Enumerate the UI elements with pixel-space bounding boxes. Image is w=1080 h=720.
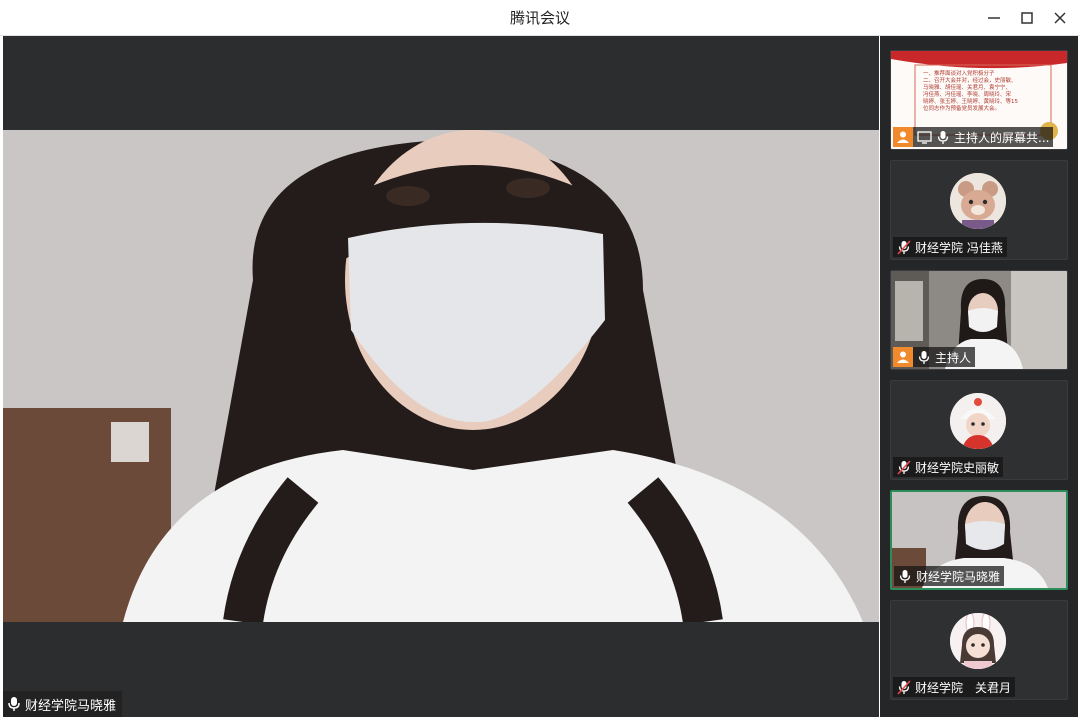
microphone-muted-icon (896, 457, 912, 477)
microphone-icon (8, 697, 20, 711)
title-bar: 腾讯会议 (0, 0, 1080, 36)
participant-sidebar: 一、推荐面谈对入党积极分子 二、召开大会并对，经过会，史丽敏、 马晓雅、胡佳瑶、… (880, 36, 1078, 717)
speaker-name: 财经学院马晓雅 (25, 698, 117, 714)
minimize-button[interactable] (982, 6, 1006, 30)
microphone-icon (935, 127, 951, 147)
speaker-name-label: 财经学院马晓雅 (3, 691, 123, 717)
slide-line: 冯佳燕、冯佳瑶、李晓、周晓玲、宋 (923, 92, 1012, 98)
participant-name: 财经学院 关君月 (915, 680, 1012, 695)
host-badge (893, 347, 913, 367)
slide-text: 一、推荐面谈对入党积极分子 二、召开大会并对，经过会，史丽敏、 马晓雅、胡佳瑶、… (923, 71, 1047, 113)
participant-tile-fengjiayan[interactable]: 财经学院 冯佳燕 (890, 160, 1068, 260)
host-badge (893, 127, 913, 147)
speaker-video (3, 130, 879, 622)
maximize-button[interactable] (1015, 6, 1039, 30)
close-button[interactable] (1048, 6, 1072, 30)
speaker-video-image (3, 130, 879, 622)
participant-name: 财经学院史丽敏 (915, 460, 1000, 475)
bear-avatar-image (950, 173, 1006, 229)
host-icon (897, 351, 909, 363)
participant-label: 主持人的屏幕共... (893, 127, 1054, 147)
minimize-icon (988, 17, 1000, 19)
slide-line: 位同志作为预备党员发展大会。 (923, 106, 1001, 112)
slide-line: 晓婷、张玉婷、王晓婷、黄晓玲、等15 (923, 99, 1018, 105)
participant-name: 财经学院 冯佳燕 (915, 240, 1003, 255)
slide-line: 一、推荐面谈对入党积极分子 (923, 71, 995, 77)
participant-label: 财经学院马晓雅 (894, 566, 1005, 586)
main-video-area[interactable]: 财经学院马晓雅 (3, 36, 879, 717)
bunny-avatar-image (950, 613, 1006, 669)
close-icon (1054, 12, 1066, 24)
microphone-icon (916, 347, 932, 367)
participant-tile-screen-share[interactable]: 一、推荐面谈对入党积极分子 二、召开大会并对，经过会，史丽敏、 马晓雅、胡佳瑶、… (890, 50, 1068, 150)
participant-tile-host[interactable]: 主持人 (890, 270, 1068, 370)
maximize-icon (1021, 12, 1033, 24)
avatar (950, 393, 1006, 449)
avatar (950, 613, 1006, 669)
microphone-icon (897, 566, 913, 586)
slide-line: 二、召开大会并对，经过会，史丽敏、 (923, 78, 1017, 84)
participant-name: 财经学院马晓雅 (916, 569, 1001, 584)
participant-tile-shilimin[interactable]: 财经学院史丽敏 (890, 380, 1068, 480)
microphone-muted-icon (896, 677, 912, 697)
participant-tile-maxiaoya[interactable]: 财经学院马晓雅 (890, 490, 1068, 590)
avatar (950, 173, 1006, 229)
participant-name: 主持人的屏幕共... (954, 130, 1050, 145)
microphone-muted-icon (896, 237, 912, 257)
participant-tile-guanjunyue[interactable]: 财经学院 关君月 (890, 600, 1068, 700)
slide-line: 马晓雅、胡佳瑶、关君月、袁宁宁、 (923, 85, 1012, 91)
host-icon (897, 131, 909, 143)
participant-label: 财经学院 冯佳燕 (893, 237, 1007, 257)
participant-label: 财经学院 关君月 (893, 677, 1016, 697)
participant-label: 主持人 (893, 347, 976, 367)
screen-share-icon (916, 127, 932, 147)
window-title: 腾讯会议 (509, 9, 570, 27)
participant-name: 主持人 (935, 350, 972, 365)
participant-label: 财经学院史丽敏 (893, 457, 1004, 477)
girl-avatar-image (950, 393, 1006, 449)
